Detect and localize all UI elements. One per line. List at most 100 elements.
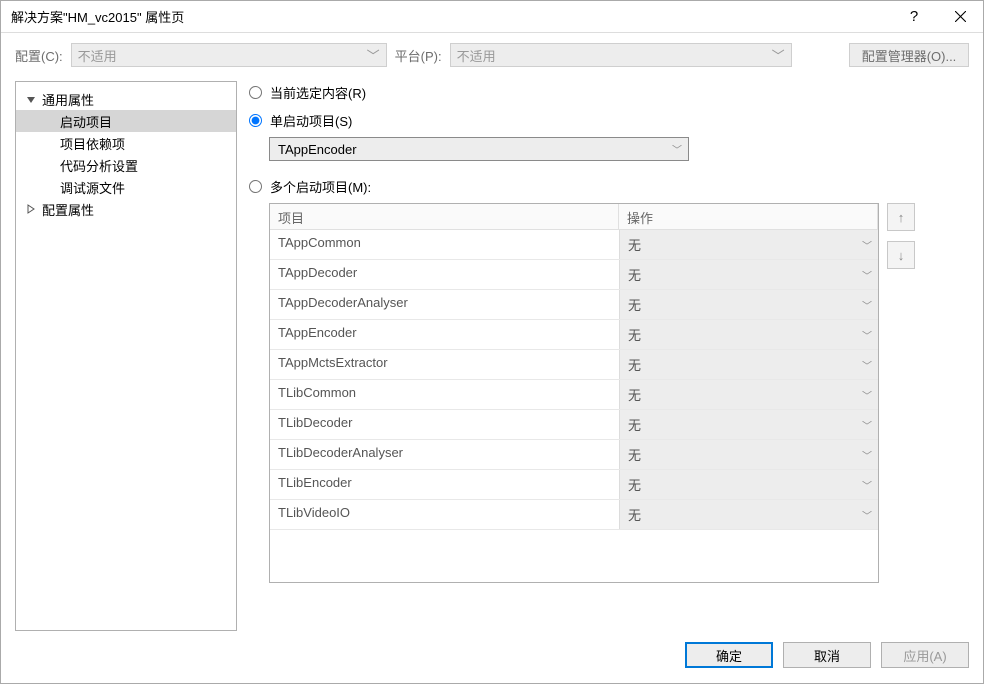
chevron-down-icon: ﹀ — [862, 387, 872, 402]
cell-action-dropdown[interactable]: 无﹀ — [619, 380, 878, 409]
chevron-down-icon: ﹀ — [772, 46, 785, 65]
radio-multi-startup[interactable]: 多个启动项目(M): — [249, 175, 969, 197]
table-header: 项目 操作 — [270, 204, 878, 230]
cell-action-dropdown[interactable]: 无﹀ — [619, 230, 878, 259]
single-startup-dropdown[interactable]: TAppEncoder ﹀ — [269, 137, 689, 161]
table-row[interactable]: TAppMctsExtractor无﹀ — [270, 350, 878, 380]
arrow-down-icon: ↓ — [898, 248, 905, 263]
table-row[interactable]: TLibEncoder无﹀ — [270, 470, 878, 500]
tree-root-config[interactable]: 配置属性 — [16, 198, 236, 220]
table-row[interactable]: TLibDecoder无﹀ — [270, 410, 878, 440]
cell-project: TLibDecoderAnalyser — [270, 440, 619, 469]
cell-action-dropdown[interactable]: 无﹀ — [619, 320, 878, 349]
radio-single-input[interactable] — [249, 114, 262, 127]
move-down-button[interactable]: ↓ — [887, 241, 915, 269]
cell-action-dropdown[interactable]: 无﹀ — [619, 500, 878, 529]
table-row[interactable]: TLibCommon无﹀ — [270, 380, 878, 410]
chevron-down-icon: ﹀ — [862, 357, 872, 372]
chevron-down-icon: ﹀ — [862, 417, 872, 432]
chevron-down-icon: ﹀ — [862, 267, 872, 282]
platform-label: 平台(P): — [395, 46, 442, 65]
triangle-expanded-icon — [26, 94, 36, 104]
radio-current-label: 当前选定内容(R) — [270, 83, 366, 102]
tree-label: 项目依赖项 — [60, 134, 125, 153]
chevron-down-icon: ﹀ — [862, 507, 872, 522]
chevron-down-icon: ﹀ — [862, 237, 872, 252]
ok-button[interactable]: 确定 — [685, 642, 773, 668]
triangle-collapsed-icon — [26, 204, 36, 214]
projects-table[interactable]: 项目 操作 TAppCommon无﹀TAppDecoder无﹀TAppDecod… — [269, 203, 879, 583]
cell-action-value: 无 — [628, 235, 641, 254]
cell-project: TLibCommon — [270, 380, 619, 409]
cell-action-value: 无 — [628, 325, 641, 344]
cell-action-value: 无 — [628, 265, 641, 284]
cell-project: TLibEncoder — [270, 470, 619, 499]
help-button[interactable]: ? — [891, 1, 937, 33]
cell-action-dropdown[interactable]: 无﹀ — [619, 350, 878, 379]
radio-single-label: 单启动项目(S) — [270, 111, 352, 130]
tree-child-item[interactable]: 代码分析设置 — [16, 154, 236, 176]
cell-project: TAppEncoder — [270, 320, 619, 349]
cell-action-value: 无 — [628, 385, 641, 404]
config-value: 不适用 — [78, 46, 117, 65]
cell-action-value: 无 — [628, 475, 641, 494]
tree-child-item[interactable]: 调试源文件 — [16, 176, 236, 198]
table-row[interactable]: TAppDecoder无﹀ — [270, 260, 878, 290]
tree-child-item[interactable]: 项目依赖项 — [16, 132, 236, 154]
reorder-buttons: ↑ ↓ — [887, 203, 915, 583]
arrow-up-icon: ↑ — [898, 210, 905, 225]
chevron-down-icon: ﹀ — [367, 46, 380, 65]
config-dropdown[interactable]: 不适用 ﹀ — [71, 43, 387, 67]
radio-single-startup[interactable]: 单启动项目(S) — [249, 109, 969, 131]
dialog-footer: 确定 取消 应用(A) — [1, 637, 983, 683]
multi-startup-area: 项目 操作 TAppCommon无﹀TAppDecoder无﹀TAppDecod… — [269, 203, 969, 583]
platform-dropdown[interactable]: 不适用 ﹀ — [450, 43, 792, 67]
cell-action-dropdown[interactable]: 无﹀ — [619, 440, 878, 469]
radio-multi-label: 多个启动项目(M): — [270, 177, 371, 196]
tree-label: 配置属性 — [42, 200, 94, 219]
close-button[interactable] — [937, 1, 983, 33]
table-row[interactable]: TAppDecoderAnalyser无﹀ — [270, 290, 878, 320]
tree-label: 启动项目 — [60, 112, 112, 131]
chevron-down-icon: ﹀ — [672, 142, 682, 157]
cell-project: TAppDecoderAnalyser — [270, 290, 619, 319]
cancel-button[interactable]: 取消 — [783, 642, 871, 668]
cell-action-dropdown[interactable]: 无﹀ — [619, 290, 878, 319]
cell-action-dropdown[interactable]: 无﹀ — [619, 470, 878, 499]
cell-project: TAppCommon — [270, 230, 619, 259]
header-project: 项目 — [270, 204, 619, 229]
cell-action-value: 无 — [628, 355, 641, 374]
radio-multi-input[interactable] — [249, 180, 262, 193]
config-label: 配置(C): — [15, 46, 63, 65]
radio-current-selection[interactable]: 当前选定内容(R) — [249, 81, 969, 103]
cell-project: TAppMctsExtractor — [270, 350, 619, 379]
window-title: 解决方案"HM_vc2015" 属性页 — [11, 7, 891, 26]
cell-action-dropdown[interactable]: 无﹀ — [619, 260, 878, 289]
platform-value: 不适用 — [457, 46, 496, 65]
chevron-down-icon: ﹀ — [862, 297, 872, 312]
close-icon — [955, 11, 966, 22]
cell-action-value: 无 — [628, 295, 641, 314]
apply-button[interactable]: 应用(A) — [881, 642, 969, 668]
tree-child-item[interactable]: 启动项目 — [16, 110, 236, 132]
radio-current-input[interactable] — [249, 86, 262, 99]
right-panel: 当前选定内容(R) 单启动项目(S) TAppEncoder ﹀ 多个启动项目(… — [249, 81, 969, 631]
table-row[interactable]: TAppEncoder无﹀ — [270, 320, 878, 350]
single-startup-value: TAppEncoder — [278, 142, 357, 157]
config-manager-button[interactable]: 配置管理器(O)... — [849, 43, 969, 67]
titlebar: 解决方案"HM_vc2015" 属性页 ? — [1, 1, 983, 33]
cell-action-value: 无 — [628, 445, 641, 464]
table-row[interactable]: TAppCommon无﹀ — [270, 230, 878, 260]
cell-action-value: 无 — [628, 505, 641, 524]
table-row[interactable]: TLibDecoderAnalyser无﹀ — [270, 440, 878, 470]
move-up-button[interactable]: ↑ — [887, 203, 915, 231]
cell-action-dropdown[interactable]: 无﹀ — [619, 410, 878, 439]
cell-project: TAppDecoder — [270, 260, 619, 289]
chevron-down-icon: ﹀ — [862, 477, 872, 492]
tree-label: 代码分析设置 — [60, 156, 138, 175]
table-row[interactable]: TLibVideoIO无﹀ — [270, 500, 878, 530]
chevron-down-icon: ﹀ — [862, 327, 872, 342]
chevron-down-icon: ﹀ — [862, 447, 872, 462]
property-tree[interactable]: 通用属性 启动项目项目依赖项代码分析设置调试源文件 配置属性 — [15, 81, 237, 631]
tree-root-common[interactable]: 通用属性 — [16, 88, 236, 110]
